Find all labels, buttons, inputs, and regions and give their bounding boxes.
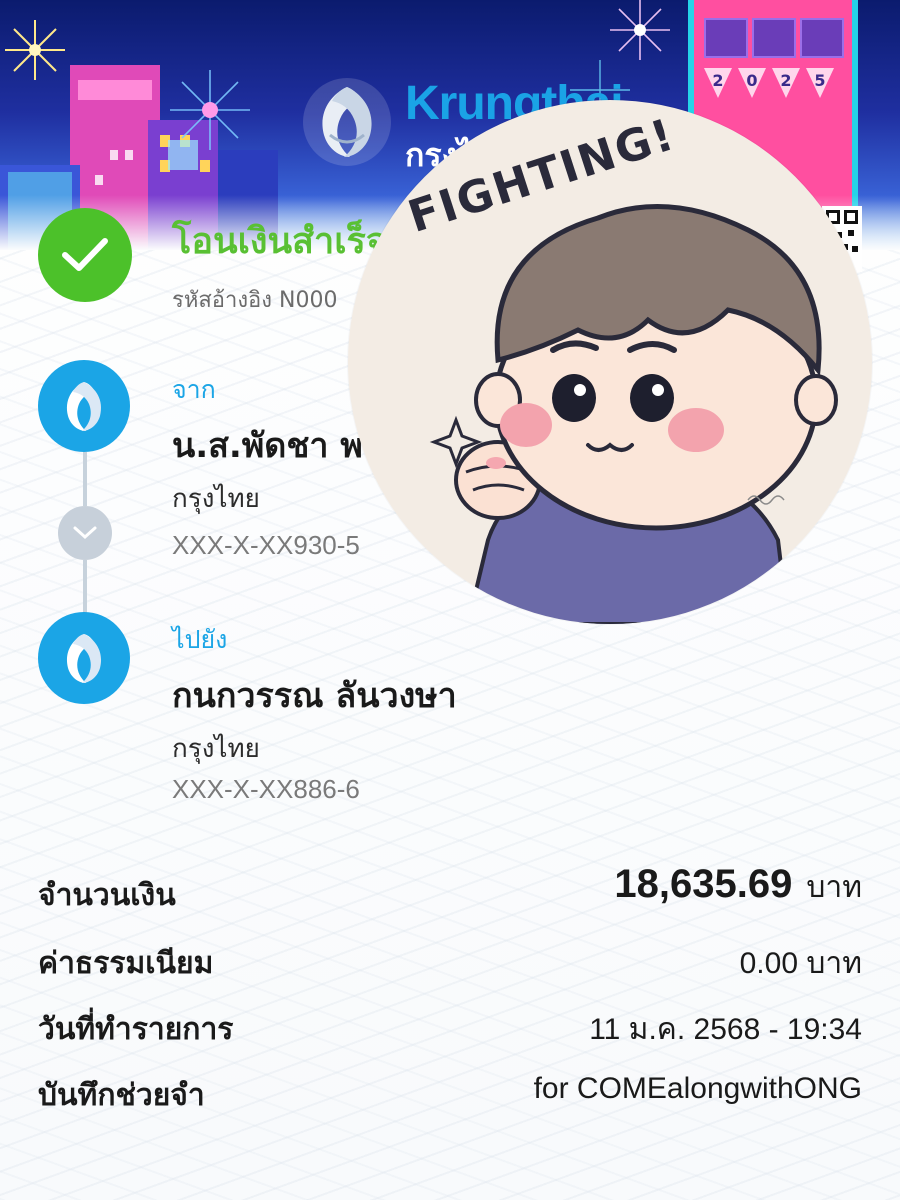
amount-value: 18,635.69 [614,862,793,906]
amount-row-value: 18,635.69 บาท [614,862,862,911]
fee-value: 0.00 บาท [739,947,862,980]
amount-unit: บาท [806,870,862,905]
connector-line [83,452,87,506]
sender-label: จาก [172,375,216,404]
sign-year: 2 0 2 5 [704,68,834,98]
fighting-sticker: FIGHTING! [348,100,872,624]
sender-bank: กรุงไทย [172,484,260,514]
amount-label: จำนวนเงิน [38,878,176,913]
connector-line [83,560,87,614]
sender-account: XXX-X-XX930-5 [172,530,360,560]
receiver-bank: กรุงไทย [172,734,260,764]
receiver-account: XXX-X-XX886-6 [172,774,360,804]
transfer-slip: Krungthai กรุงไทย 2 0 2 5 โอนเงินสำเร็จ … [0,0,900,1200]
receiver-bank-logo-icon [38,612,130,704]
date-label: วันที่ทำรายการ [38,1012,234,1047]
chibi-character-illustration [429,204,838,624]
reference-number: รหัสอ้างอิง N000 [172,288,338,313]
memo-label: บันทึกช่วยจำ [38,1078,205,1113]
sender-name: น.ส.พัดชา พ [172,426,363,466]
receiver-label: ไปยัง [172,625,228,654]
date-value: 11 ม.ค. 2568 - 19:34 [589,1013,862,1046]
chevron-down-icon [58,506,112,560]
success-check-icon [38,208,132,302]
fee-label: ค่าธรรมเนียม [38,946,214,981]
sender-bank-logo-icon [38,360,130,452]
receiver-name: กนกวรรณ ลันวงษา [172,676,457,716]
memo-value: for COMEalongwithONG [533,1072,862,1105]
